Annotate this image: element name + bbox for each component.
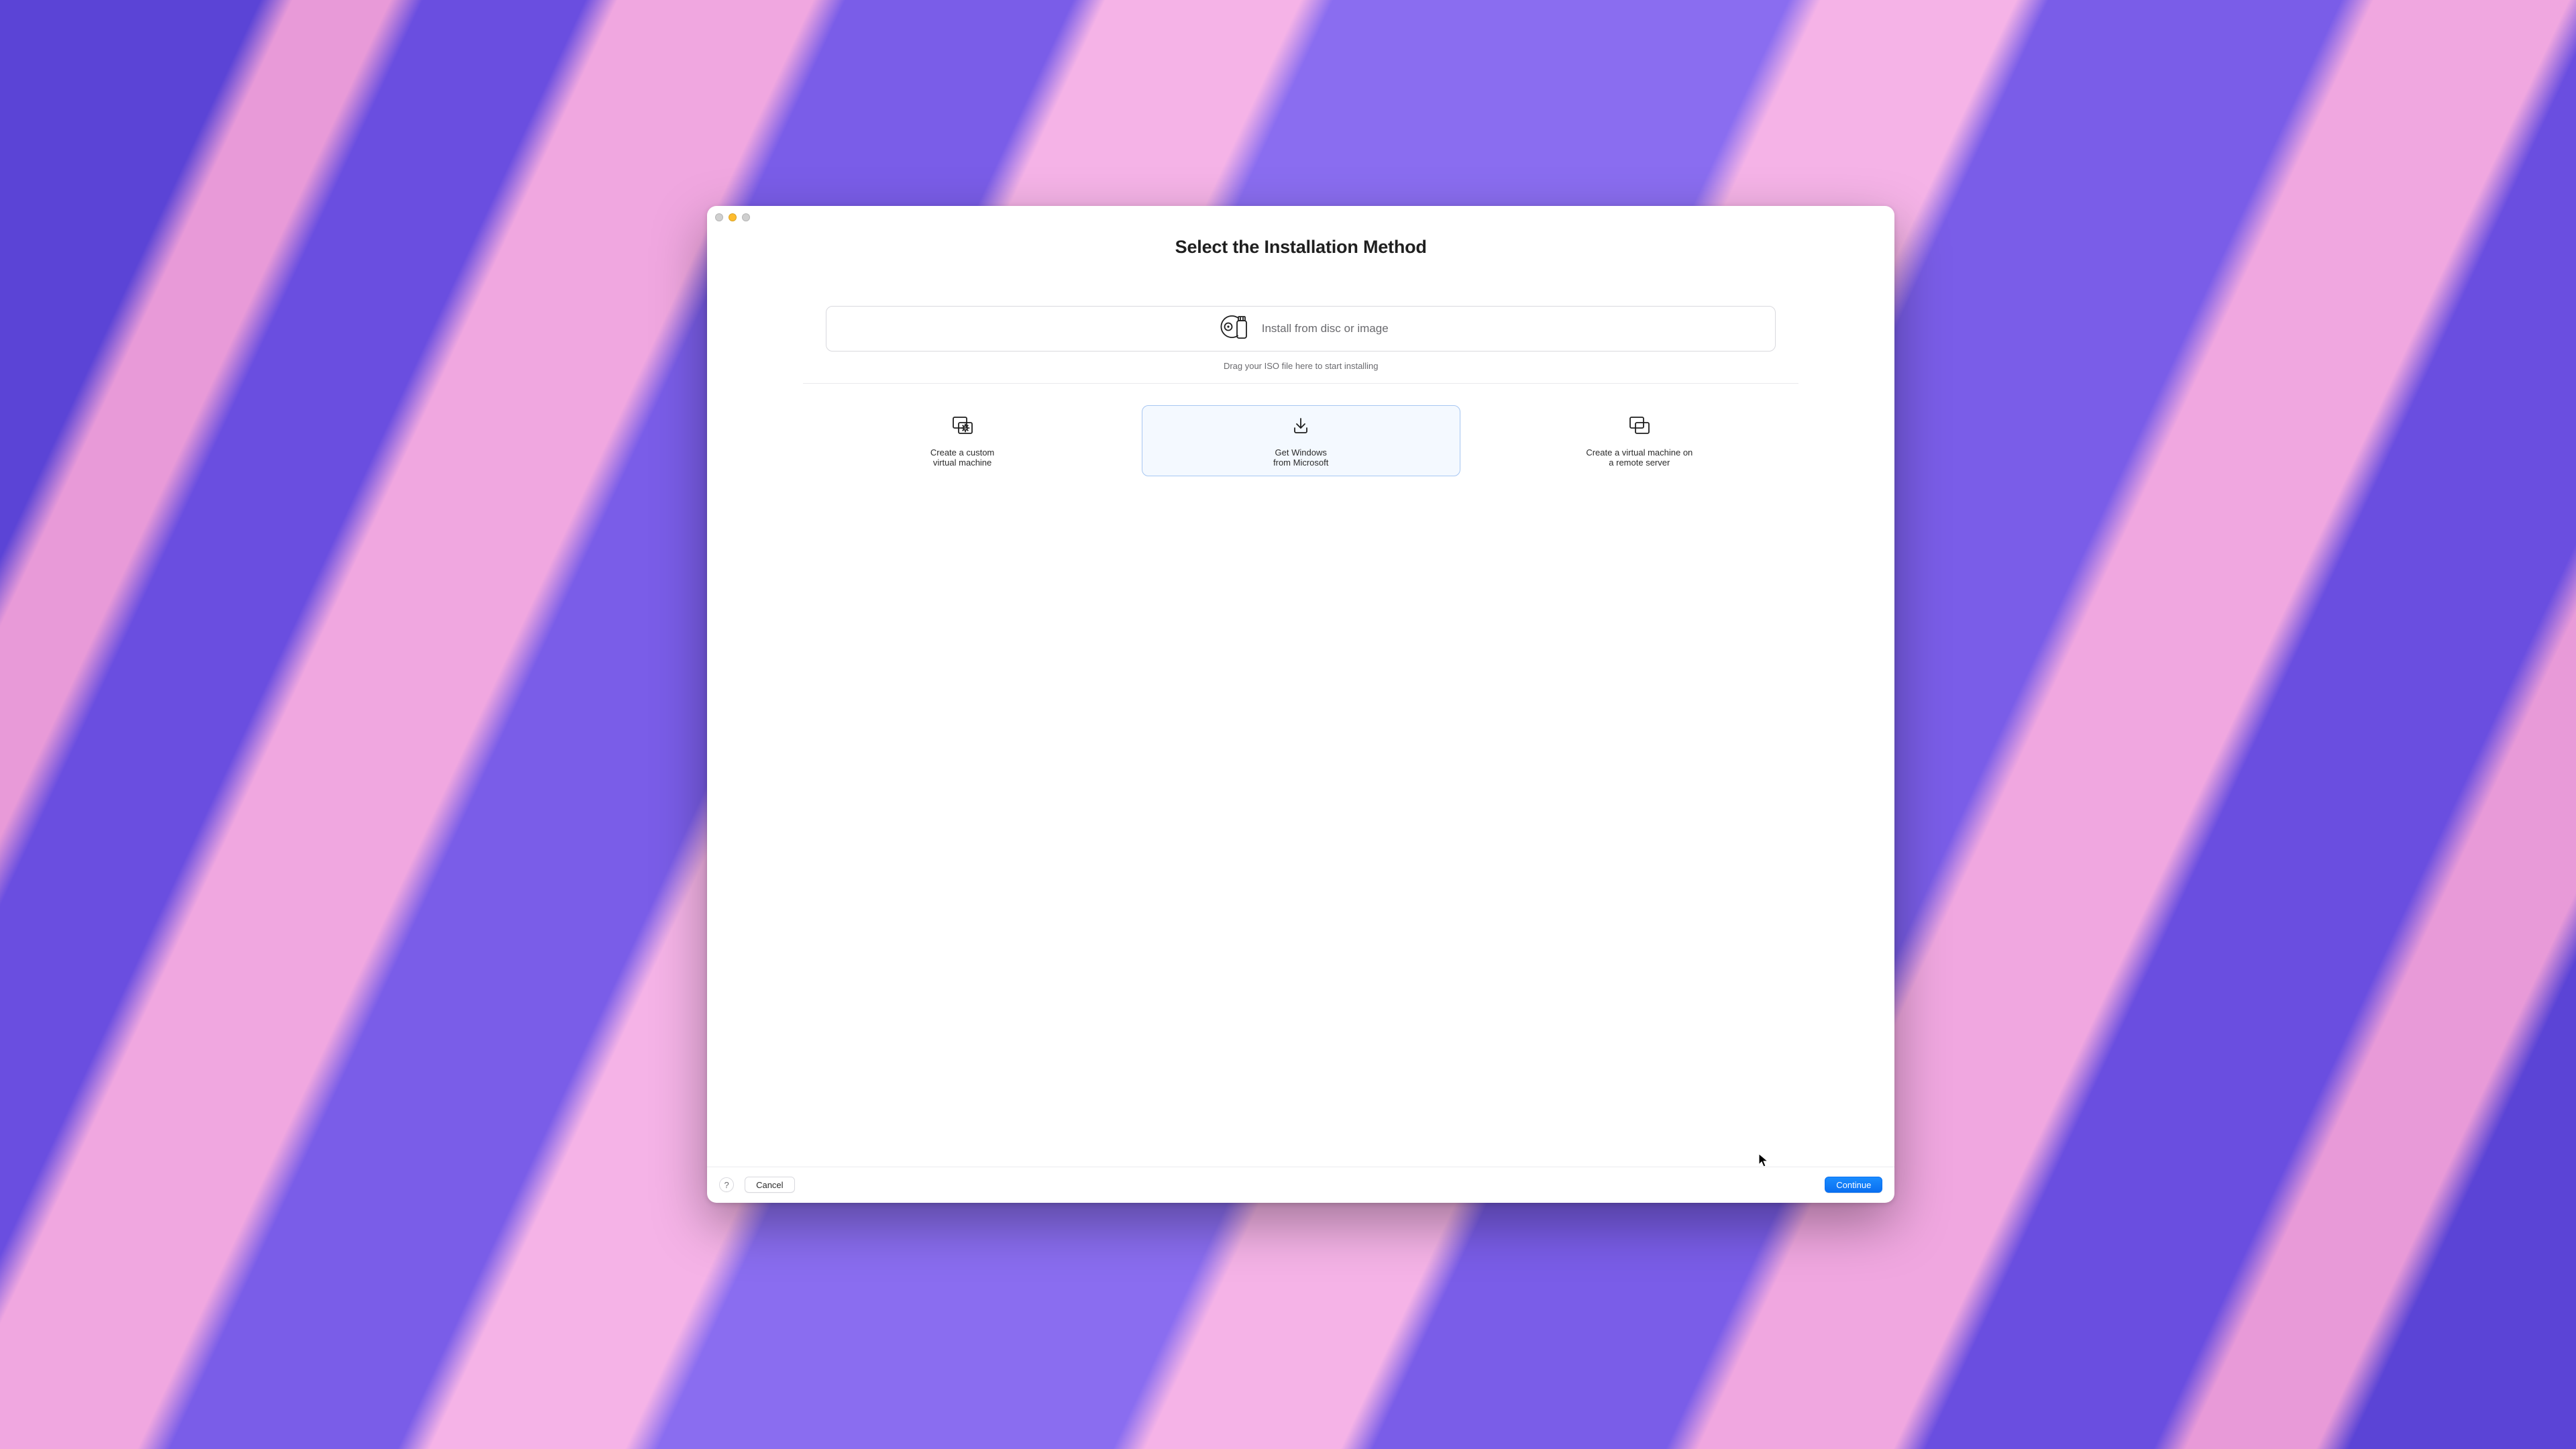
close-window-button[interactable] xyxy=(715,213,723,221)
window-traffic-lights xyxy=(715,213,750,221)
option-remote-server-vm[interactable]: Create a virtual machine on a remote ser… xyxy=(1481,405,1799,476)
option-get-windows[interactable]: Get Windows from Microsoft xyxy=(1142,405,1460,476)
help-button[interactable]: ? xyxy=(719,1177,734,1192)
zoom-window-button[interactable] xyxy=(742,213,750,221)
dialog-footer: ? Cancel Continue xyxy=(707,1167,1894,1203)
section-divider xyxy=(803,383,1799,384)
download-icon xyxy=(1291,416,1311,439)
continue-button[interactable]: Continue xyxy=(1825,1177,1882,1193)
cancel-button[interactable]: Cancel xyxy=(745,1177,794,1193)
installation-options: Create a custom virtual machine Get Wind… xyxy=(803,405,1799,476)
remote-server-icon xyxy=(1628,416,1651,439)
dropzone-hint: Drag your ISO file here to start install… xyxy=(1224,361,1379,371)
option-label: Get Windows from Microsoft xyxy=(1273,447,1328,468)
custom-vm-icon xyxy=(951,416,974,439)
disc-usb-icon xyxy=(1214,312,1251,345)
minimize-window-button[interactable] xyxy=(729,213,737,221)
dropzone-label: Install from disc or image xyxy=(1262,322,1389,335)
dialog-content: Install from disc or image Drag your ISO… xyxy=(707,258,1894,1167)
option-label: Create a custom virtual machine xyxy=(930,447,994,468)
option-create-custom-vm[interactable]: Create a custom virtual machine xyxy=(803,405,1122,476)
install-from-disc-dropzone[interactable]: Install from disc or image xyxy=(826,306,1776,352)
installation-method-dialog: Select the Installation Method Install f… xyxy=(707,206,1894,1203)
dialog-title: Select the Installation Method xyxy=(707,237,1894,258)
option-label: Create a virtual machine on a remote ser… xyxy=(1586,447,1693,468)
